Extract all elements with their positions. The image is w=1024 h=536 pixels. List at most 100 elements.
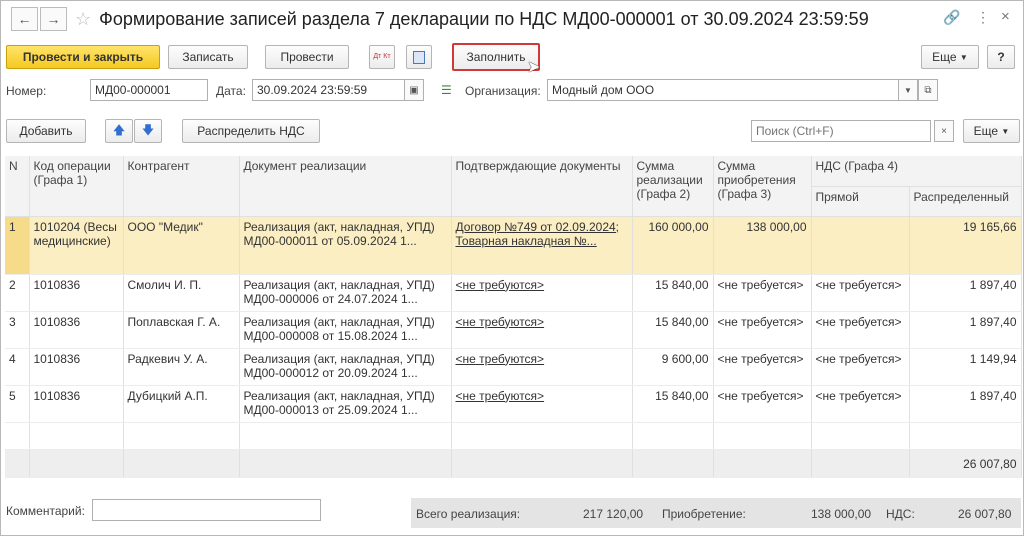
move-up-button[interactable]: 🡅: [105, 119, 133, 143]
back-button[interactable]: ←: [11, 7, 38, 31]
more-button[interactable]: Еще ▼: [921, 45, 979, 69]
dt-kt-report-button[interactable]: Дт Кт: [369, 45, 395, 69]
cell-dist: 1 897,40: [909, 385, 1022, 423]
col-vat-direct[interactable]: Прямой: [811, 186, 910, 217]
col-confirm[interactable]: Подтверждающие документы: [451, 156, 633, 217]
cell-n: 2: [5, 274, 30, 312]
cell-confirm-link[interactable]: <не требуются>: [451, 274, 633, 312]
write-button[interactable]: Записать: [168, 45, 248, 69]
forward-button[interactable]: →: [40, 7, 67, 31]
col-code[interactable]: Код операции (Графа 1): [29, 156, 124, 217]
cell-contractor: Поплавская Г. А.: [123, 311, 240, 349]
vat-value: 26 007,80: [958, 507, 1012, 521]
cell-code: 1010836: [29, 385, 124, 423]
cell-contractor: ООО "Медик": [123, 216, 240, 275]
table-row[interactable]: 2 1010836 Смолич И. П. Реализация (акт, …: [5, 274, 1022, 312]
calendar-icon: ▣: [409, 84, 419, 96]
records-table: N Код операции (Графа 1) Контрагент Доку…: [5, 156, 1022, 478]
total-sale-value: 217 120,00: [583, 507, 644, 521]
chevron-down-icon: ▼: [904, 85, 912, 95]
cell-direct: <не требуется>: [811, 348, 910, 386]
empty-row: [5, 422, 1022, 450]
cell-confirm-link[interactable]: <не требуются>: [451, 311, 633, 349]
col-doc[interactable]: Документ реализации: [239, 156, 452, 217]
col-sum-sale[interactable]: Сумма реализации (Графа 2): [632, 156, 714, 217]
col-vat[interactable]: НДС (Графа 4): [811, 156, 1022, 187]
close-icon[interactable]: ×: [1001, 8, 1010, 25]
cell-doc: Реализация (акт, накладная, УПД) МД00-00…: [239, 216, 452, 275]
post-and-close-button[interactable]: Провести и закрыть: [6, 45, 160, 69]
cell-dist: 19 165,66: [909, 216, 1022, 275]
arrow-left-icon: ←: [17, 11, 32, 27]
organization-field[interactable]: Модный дом ООО: [547, 79, 899, 101]
purchase-value: 138 000,00: [811, 507, 872, 521]
total-sale-label: Всего реализация:: [416, 507, 521, 521]
cell-sale: 15 840,00: [632, 274, 714, 312]
organization-open-button[interactable]: ⧉: [918, 79, 938, 101]
cell-contractor: Радкевич У. А.: [123, 348, 240, 386]
col-contractor[interactable]: Контрагент: [123, 156, 240, 217]
clear-search-button[interactable]: ×: [934, 120, 954, 142]
col-n[interactable]: N: [5, 156, 30, 217]
chevron-down-icon: ▼: [959, 52, 968, 62]
posting-status-icon: ☰: [441, 83, 452, 97]
cell-confirm-link[interactable]: <не требуются>: [451, 348, 633, 386]
table-row[interactable]: 4 1010836 Радкевич У. А. Реализация (акт…: [5, 348, 1022, 386]
menu-dots-icon[interactable]: ⋮: [976, 9, 990, 26]
cell-dist: 1 897,40: [909, 274, 1022, 312]
cell-dist: 1 149,94: [909, 348, 1022, 386]
arrow-up-icon: 🡅: [112, 122, 126, 137]
cell-direct: [811, 216, 910, 275]
help-button[interactable]: ?: [987, 45, 1015, 69]
favorite-star-icon[interactable]: ☆: [75, 9, 91, 30]
cell-n: 3: [5, 311, 30, 349]
table-row[interactable]: 3 1010836 Поплавская Г. А. Реализация (а…: [5, 311, 1022, 349]
dt-kt-icon: Дт Кт: [373, 53, 391, 60]
cell-sale: 15 840,00: [632, 385, 714, 423]
number-field[interactable]: МД00-000001: [90, 79, 208, 101]
cell-contractor: Смолич И. П.: [123, 274, 240, 312]
table-row[interactable]: 5 1010836 Дубицкий А.П. Реализация (акт,…: [5, 385, 1022, 423]
table-row[interactable]: 1 1010204 (Весы медицинские) ООО "Медик"…: [5, 216, 1022, 275]
vat-label: НДС:: [886, 507, 915, 521]
comment-label: Комментарий:: [6, 504, 85, 518]
date-field[interactable]: 30.09.2024 23:59:59: [252, 79, 405, 101]
cell-n: 1: [5, 216, 30, 275]
move-down-button[interactable]: 🡇: [134, 119, 162, 143]
cell-direct: <не требуется>: [811, 385, 910, 423]
title-bar: ← → ☆ Формирование записей раздела 7 дек…: [1, 1, 1023, 37]
comment-field[interactable]: [92, 499, 321, 521]
cell-sale: 160 000,00: [632, 216, 714, 275]
cell-doc: Реализация (акт, накладная, УПД) МД00-00…: [239, 385, 452, 423]
arrow-down-icon: 🡇: [141, 122, 155, 137]
col-vat-dist[interactable]: Распределенный: [909, 186, 1022, 217]
link-icon[interactable]: 🔗: [943, 9, 960, 26]
cell-buy: <не требуется>: [713, 274, 812, 312]
distribute-vat-button[interactable]: Распределить НДС: [182, 119, 320, 143]
organization-dropdown[interactable]: ▼: [898, 79, 918, 101]
cell-direct: <не требуется>: [811, 274, 910, 312]
structure-button[interactable]: [406, 45, 432, 69]
cell-confirm-link[interactable]: Договор №749 от 02.09.2024; Товарная нак…: [451, 216, 633, 275]
cell-buy: <не требуется>: [713, 385, 812, 423]
document-window: ← → ☆ Формирование записей раздела 7 дек…: [0, 0, 1024, 536]
cell-n: 4: [5, 348, 30, 386]
cell-doc: Реализация (акт, накладная, УПД) МД00-00…: [239, 274, 452, 312]
organization-label: Организация:: [465, 84, 541, 98]
cell-confirm-link[interactable]: <не требуются>: [451, 385, 633, 423]
cell-sale: 9 600,00: [632, 348, 714, 386]
arrow-right-icon: →: [46, 11, 61, 27]
col-sum-buy[interactable]: Сумма приобретения (Графа 3): [713, 156, 812, 217]
totals-row: 26 007,80: [5, 449, 1022, 478]
search-input[interactable]: [751, 120, 931, 142]
table-more-button[interactable]: Еще ▼: [963, 119, 1020, 143]
mouse-cursor-icon: ➤: [527, 59, 541, 76]
cell-buy: 138 000,00: [713, 216, 812, 275]
chevron-down-icon: ▼: [1001, 126, 1010, 136]
cell-code: 1010836: [29, 274, 124, 312]
add-button[interactable]: Добавить: [6, 119, 86, 143]
calendar-button[interactable]: ▣: [404, 79, 424, 101]
post-button[interactable]: Провести: [265, 45, 349, 69]
cell-n: 5: [5, 385, 30, 423]
cell-buy: <не требуется>: [713, 311, 812, 349]
